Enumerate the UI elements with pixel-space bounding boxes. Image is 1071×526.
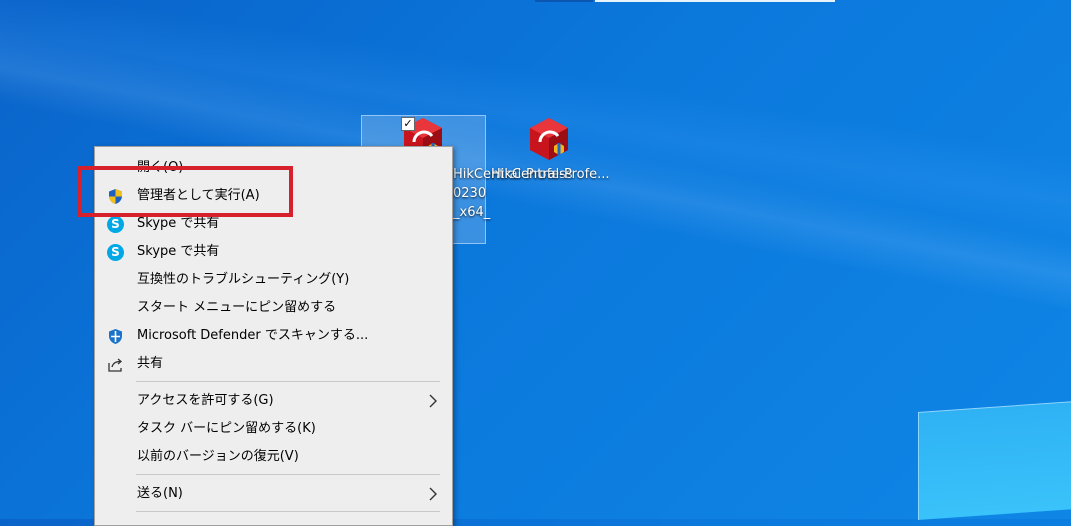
menu-item-label: 以前のバージョンの復元(V) <box>137 449 299 464</box>
menu-item-share[interactable]: 共有 <box>95 350 452 378</box>
share-icon <box>108 358 123 372</box>
menu-item-label: タスク バーにピン留めする(K) <box>137 421 316 436</box>
menu-item-pin-to-taskbar[interactable]: タスク バーにピン留めする(K) <box>95 415 452 443</box>
menu-item-label: Skype で共有 <box>137 244 220 259</box>
menu-item-pin-to-start[interactable]: スタート メニューにピン留めする <box>95 294 452 322</box>
windows-logo-pane <box>918 401 1071 520</box>
menu-item-label: Microsoft Defender でスキャンする... <box>137 328 369 343</box>
menu-separator <box>136 381 440 382</box>
menu-item-give-access[interactable]: アクセスを許可する(G) <box>95 387 452 415</box>
menu-item-label: スタート メニューにピン留めする <box>137 300 337 315</box>
menu-item-defender-scan[interactable]: Microsoft Defender でスキャンする... <box>95 322 452 350</box>
menu-item-send-to[interactable]: 送る(N) <box>95 480 452 508</box>
menu-item-skype-share[interactable]: S Skype で共有 <box>95 238 452 266</box>
top-edge-element <box>535 0 593 2</box>
desktop-icon-label-line3: _x64_ <box>453 205 491 220</box>
menu-separator <box>136 511 440 512</box>
menu-item-compat-troubleshoot[interactable]: 互換性のトラブルシューティング(Y) <box>95 266 452 294</box>
skype-icon: S <box>107 216 124 233</box>
hikcentral-app-icon[interactable] <box>526 116 572 162</box>
selection-checkbox[interactable]: ✓ <box>401 117 415 131</box>
menu-item-label: 互換性のトラブルシューティング(Y) <box>137 272 350 287</box>
chevron-right-icon <box>429 394 437 408</box>
menu-item-label: 送る(N) <box>137 486 183 501</box>
menu-item-label: アクセスを許可する(G) <box>137 393 274 408</box>
skype-icon: S <box>107 244 124 261</box>
defender-shield-icon <box>109 329 122 344</box>
menu-item-label: 共有 <box>137 356 164 371</box>
desktop-icon-label[interactable]: HikCentral-Profe... <box>491 165 610 184</box>
desktop-icon-label-line2: 0230 <box>453 186 487 201</box>
menu-item-restore-previous[interactable]: 以前のバージョンの復元(V) <box>95 443 452 471</box>
chevron-right-icon <box>429 487 437 501</box>
menu-separator <box>136 474 440 475</box>
top-edge-element <box>595 0 835 2</box>
annotation-highlight-box <box>77 166 293 217</box>
